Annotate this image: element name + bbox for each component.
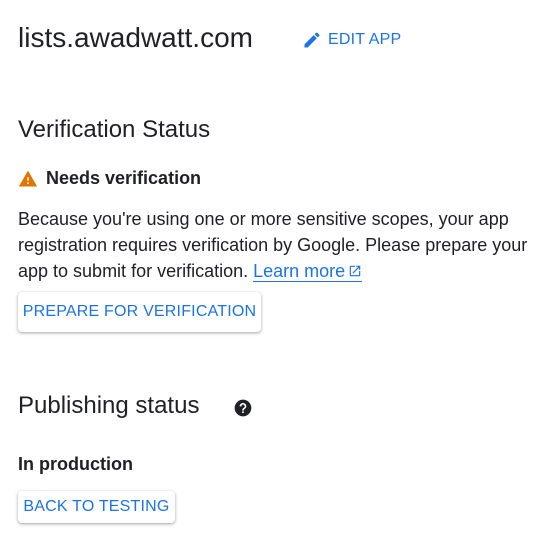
warning-icon bbox=[18, 169, 38, 189]
verification-status-row: Needs verification bbox=[18, 168, 201, 189]
edit-app-button[interactable]: EDIT APP bbox=[302, 30, 401, 50]
learn-more-label: Learn more bbox=[253, 261, 346, 281]
prepare-for-verification-button[interactable]: PREPARE FOR VERIFICATION bbox=[18, 292, 261, 332]
publishing-status-label: In production bbox=[18, 454, 133, 474]
oauth-app-settings-page: lists.awadwatt.com EDIT APP Verification… bbox=[0, 0, 546, 550]
edit-app-label: EDIT APP bbox=[328, 31, 402, 48]
help-icon[interactable] bbox=[233, 398, 253, 418]
learn-more-link[interactable]: Learn more bbox=[253, 259, 363, 282]
pencil-icon bbox=[302, 30, 322, 50]
verification-description: Because you're using one or more sensiti… bbox=[18, 206, 538, 284]
verification-status-heading: Verification Status bbox=[18, 116, 211, 143]
app-name: lists.awadwatt.com bbox=[18, 22, 253, 53]
back-to-testing-button[interactable]: BACK TO TESTING bbox=[18, 491, 175, 523]
open-in-new-icon bbox=[348, 259, 362, 277]
verification-status-label: Needs verification bbox=[46, 168, 202, 188]
publishing-status-heading: Publishing status bbox=[18, 392, 200, 419]
